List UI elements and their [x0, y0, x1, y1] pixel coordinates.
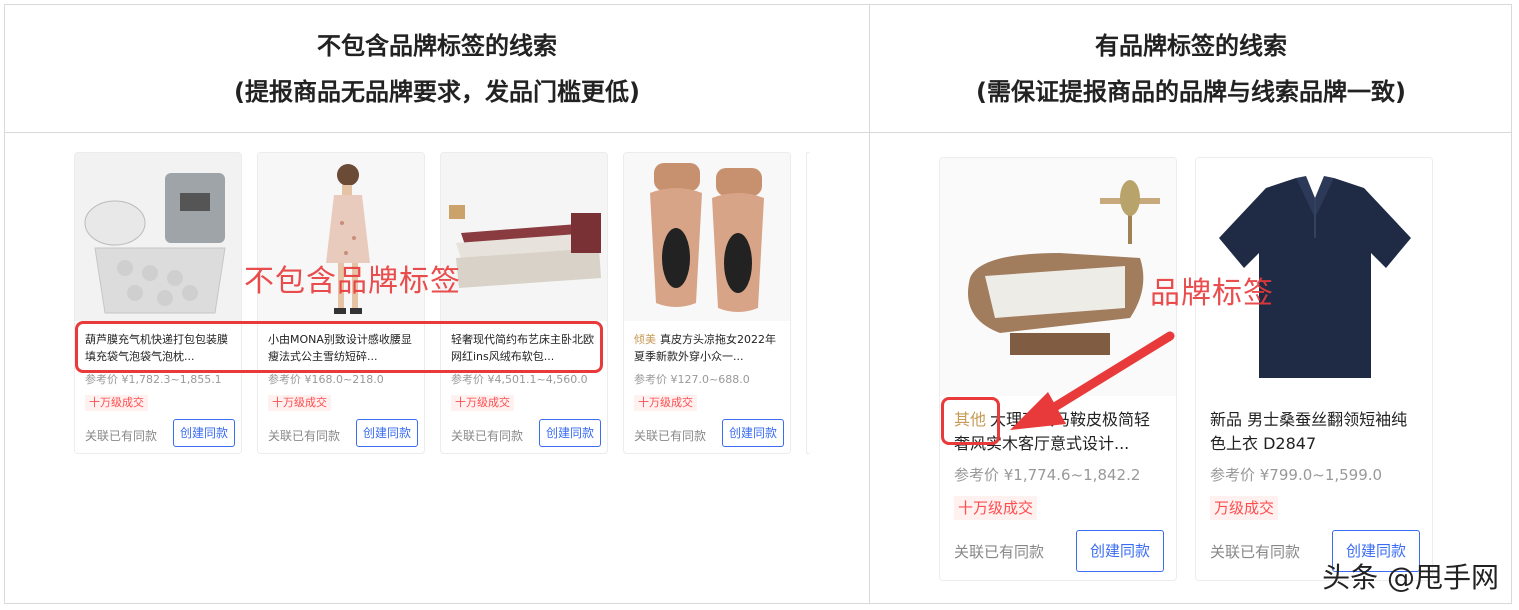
- right-header-title: 有品牌标签的线索: [1095, 31, 1287, 60]
- associate-existing-label[interactable]: 关联已有同款: [954, 541, 1044, 562]
- product-card-polo-shirt[interactable]: 新品 男士桑蚕丝翻领短袖纯色上衣 D2847 参考价 ¥799.0~1,599.…: [1195, 157, 1433, 581]
- associate-existing-label[interactable]: 关联已有同款: [634, 427, 706, 444]
- reference-price: 参考价 ¥168.0~218.0: [268, 373, 384, 386]
- deal-badge: 十万级成交: [954, 496, 1038, 520]
- product-card-bed[interactable]: 轻奢现代简约布艺床主卧北欧网红ins风绒布软包... 参考价 ¥4,501.1~…: [440, 152, 608, 454]
- product-image: [624, 153, 790, 321]
- create-same-button[interactable]: 创建同款: [356, 419, 418, 447]
- brand-tag: 倾美: [634, 333, 656, 346]
- product-title[interactable]: 新品 男士桑蚕丝翻领短袖纯色上衣 D2847: [1210, 408, 1422, 456]
- create-same-button[interactable]: 创建同款: [1076, 530, 1164, 572]
- right-header: 有品牌标签的线索 (需保证提报商品的品牌与线索品牌一致): [870, 5, 1512, 132]
- product-title[interactable]: 倾美 真皮方头凉拖女2022年夏季新款外穿小众一...: [634, 331, 784, 365]
- associate-existing-label[interactable]: 关联已有同款: [268, 427, 340, 444]
- product-card-sandals[interactable]: 倾美 真皮方头凉拖女2022年夏季新款外穿小众一... 参考价 ¥127.0~68…: [623, 152, 791, 454]
- deal-badge: 万级成交: [1210, 496, 1279, 520]
- partial-next-card: [806, 152, 810, 454]
- left-header: 不包含品牌标签的线索 (提报商品无品牌要求，发品门槛更低): [5, 5, 869, 132]
- product-image: [75, 153, 241, 321]
- reference-price: 参考价 ¥127.0~688.0: [634, 373, 750, 386]
- watermark: 头条 @甩手网: [1322, 561, 1499, 594]
- left-header-subtitle: (提报商品无品牌要求，发品门槛更低): [234, 77, 640, 106]
- left-header-title: 不包含品牌标签的线索: [317, 31, 557, 60]
- reference-price: 参考价 ¥4,501.1~4,560.0: [451, 373, 588, 386]
- create-same-button[interactable]: 创建同款: [539, 419, 601, 447]
- reference-price: 参考价 ¥1,774.6~1,842.2: [954, 466, 1141, 484]
- title-highlight-box: [75, 321, 603, 373]
- header-divider: [5, 132, 1511, 133]
- deal-badge: 十万级成交: [85, 395, 148, 411]
- associate-existing-label[interactable]: 关联已有同款: [1210, 541, 1300, 562]
- associate-existing-label[interactable]: 关联已有同款: [85, 427, 157, 444]
- brand-tag-annotation: 品牌标签: [1150, 276, 1274, 311]
- arrow-icon: [1010, 331, 1175, 430]
- product-card-air-cushion[interactable]: 葫芦膜充气机快递打包包装膜填充袋气泡袋气泡枕... 参考价 ¥1,782.3~1…: [74, 152, 242, 454]
- deal-badge: 十万级成交: [451, 395, 514, 411]
- brand-tag-highlight-box: [941, 397, 1000, 445]
- deal-badge: 十万级成交: [268, 395, 331, 411]
- create-same-button[interactable]: 创建同款: [722, 419, 784, 447]
- deal-badge: 十万级成交: [634, 395, 697, 411]
- product-card-dress[interactable]: 小由MONA别致设计感收腰显瘦法式公主雪纺短碎... 参考价 ¥168.0~21…: [257, 152, 425, 454]
- right-header-subtitle: (需保证提报商品的品牌与线索品牌一致): [976, 77, 1406, 106]
- no-brand-tag-annotation: 不包含品牌标签: [244, 264, 461, 299]
- create-same-button[interactable]: 创建同款: [173, 419, 235, 447]
- associate-existing-label[interactable]: 关联已有同款: [451, 427, 523, 444]
- reference-price: 参考价 ¥1,782.3~1,855.1: [85, 373, 222, 386]
- reference-price: 参考价 ¥799.0~1,599.0: [1210, 466, 1383, 484]
- product-image: [441, 153, 607, 321]
